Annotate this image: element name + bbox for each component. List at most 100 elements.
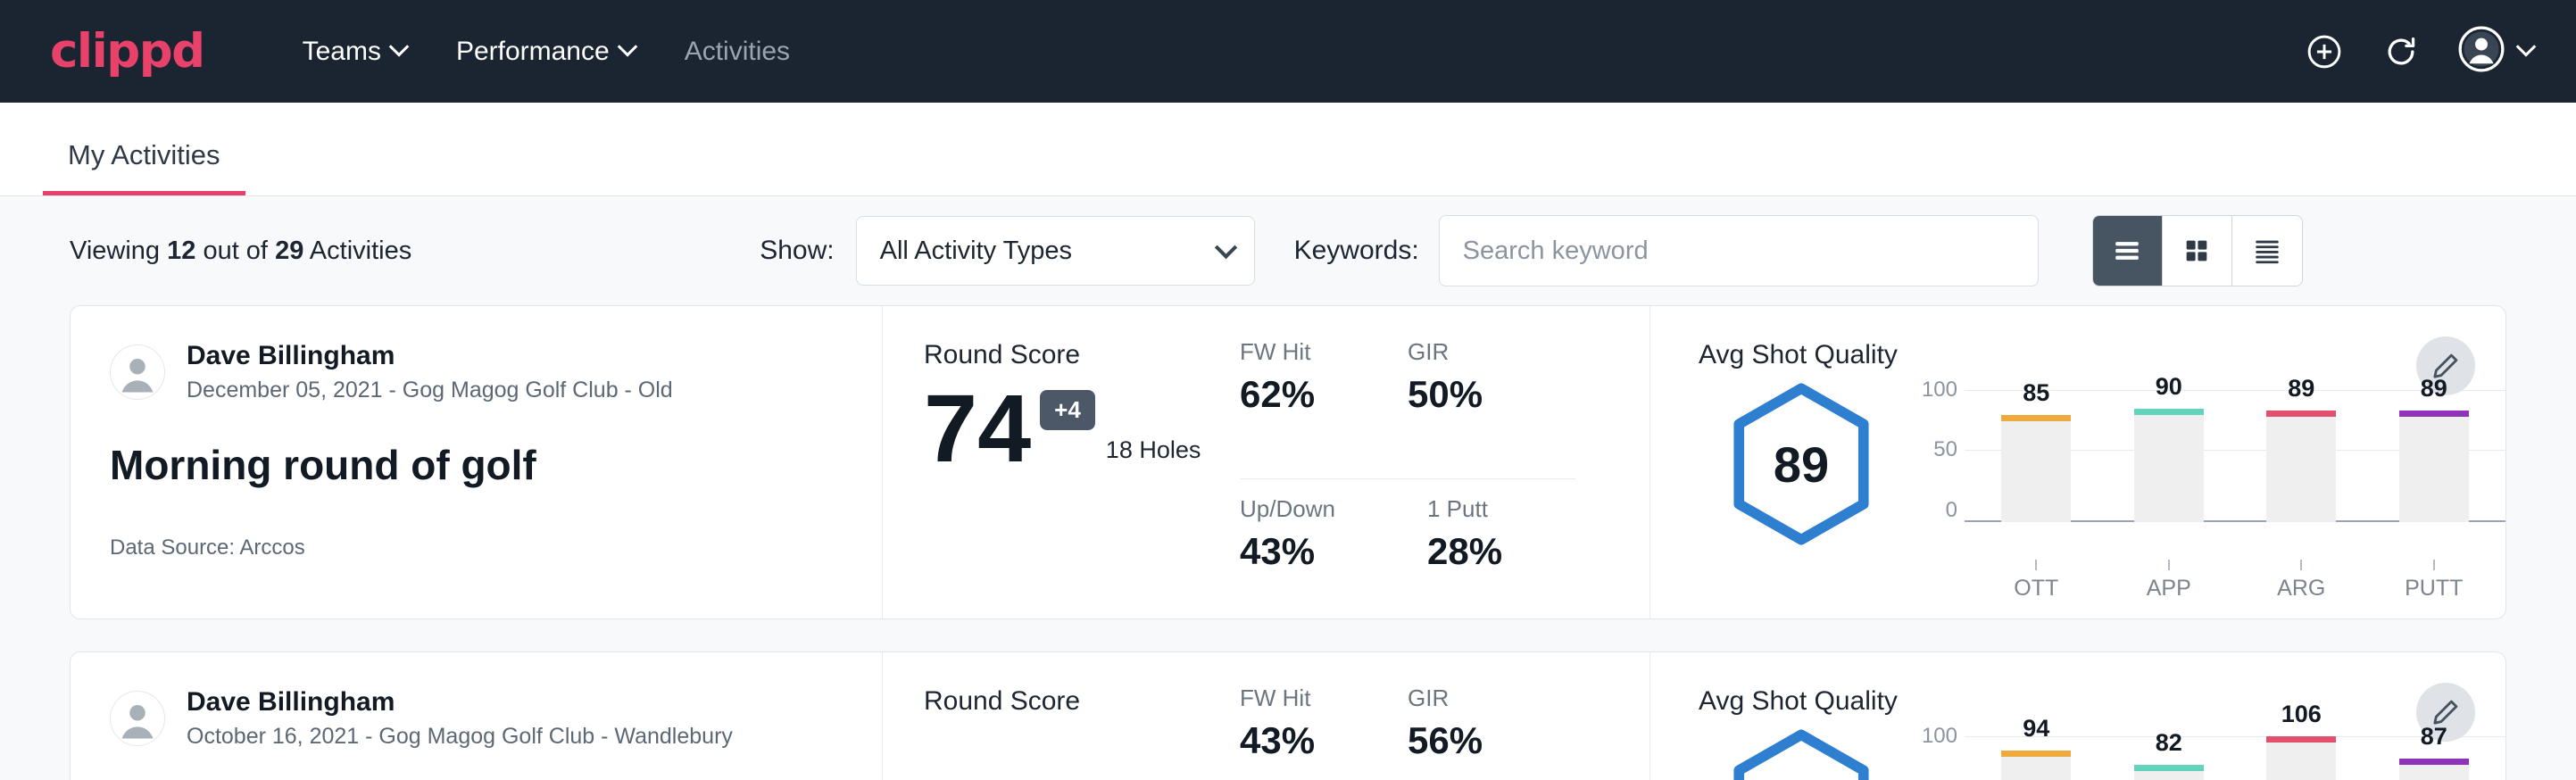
chart-x-axis: OTT APP ARG PUTT	[1965, 560, 2505, 602]
tab-my-activities[interactable]: My Activities	[43, 139, 245, 195]
show-label: Show:	[760, 236, 834, 266]
activity-summary-column: Dave Billingham December 05, 2021 - Gog …	[71, 306, 883, 618]
stat-gir-label: GIR	[1408, 338, 1575, 366]
viewing-suffix: Activities	[310, 236, 411, 265]
activity-title: Morning round of golf	[110, 441, 843, 489]
x-label-ott: OTT	[2014, 576, 2058, 602]
nav-item-activities[interactable]: Activities	[685, 37, 790, 67]
show-filter-group: Show: All Activity Types	[760, 216, 1254, 286]
round-score-row: 74 +4 18 Holes	[924, 383, 1240, 475]
view-mode-toggle-group	[2092, 215, 2303, 286]
nav-item-performance-label: Performance	[456, 37, 610, 67]
stat-gir-value: 50%	[1408, 373, 1575, 416]
y-tick-100: 100	[1922, 378, 1957, 402]
nav-item-performance[interactable]: Performance	[456, 37, 635, 67]
stat-gir-value: 56%	[1408, 719, 1575, 762]
viewing-total: 29	[275, 236, 303, 265]
activity-card[interactable]: Dave Billingham December 05, 2021 - Gog …	[70, 305, 2506, 619]
stat-fw-hit: FW Hit 62%	[1240, 338, 1408, 479]
bar-putt-value: 89	[2399, 375, 2469, 402]
viewing-count: 12	[167, 236, 195, 265]
quality-hexagon: 89	[1726, 381, 1876, 547]
bar-ott: 94	[2001, 751, 2071, 780]
stat-up-down: Up/Down 43%	[1240, 495, 1427, 619]
stat-one-putt-value: 28%	[1427, 530, 1615, 573]
bar-ott-value: 94	[2001, 715, 2071, 743]
round-score-column: Round Score	[883, 652, 1240, 780]
activity-author: Dave Billingham October 16, 2021 - Gog M…	[110, 686, 843, 750]
activity-data-source: Data Source: Arccos	[110, 535, 843, 560]
quality-hexagon-wrap: 89	[1699, 376, 1904, 547]
author-name: Dave Billingham	[187, 686, 733, 718]
list-view-button[interactable]	[2093, 216, 2163, 286]
stat-fw-hit-value: 62%	[1240, 373, 1408, 416]
refresh-icon[interactable]	[2381, 32, 2421, 71]
bar-arg: 106	[2266, 736, 2336, 780]
bar-app-value: 82	[2134, 729, 2204, 757]
shot-quality-bar-chart: 100 50 0 94	[1904, 722, 2505, 780]
chart-plot-area: 85 90 89	[1965, 390, 2505, 522]
nav-item-teams[interactable]: Teams	[303, 37, 406, 67]
avg-shot-quality-body: 89 100 50 0	[1699, 376, 2505, 602]
stat-fw-hit-value: 43%	[1240, 719, 1408, 762]
main-nav-items: Teams Performance Activities	[303, 37, 790, 67]
x-label-putt: PUTT	[2405, 576, 2463, 602]
avatar	[110, 691, 165, 746]
nav-item-teams-label: Teams	[303, 37, 381, 67]
avg-shot-quality-column: Avg Shot Quality 89 100 50	[1650, 306, 2505, 618]
filter-toolbar: Viewing 12 out of 29 Activities Show: Al…	[70, 196, 2506, 305]
shot-quality-bar-chart: 100 50 0 85	[1904, 376, 2505, 602]
chevron-down-icon	[389, 37, 410, 57]
viewing-mid: out of	[203, 236, 268, 265]
keywords-label: Keywords:	[1294, 236, 1419, 266]
round-score-label: Round Score	[924, 340, 1240, 370]
chart-y-axis: 100 50 0	[1909, 390, 1965, 522]
stat-fw-hit-label: FW Hit	[1240, 338, 1408, 366]
bar-putt: 87	[2399, 759, 2469, 780]
chart-plot-area: 94 82 106	[1965, 736, 2505, 780]
grid-view-button[interactable]	[2163, 216, 2232, 286]
bar-putt-value: 87	[2399, 723, 2469, 751]
account-menu[interactable]	[2458, 26, 2533, 77]
x-tick-app: APP	[2134, 560, 2204, 602]
add-icon[interactable]	[2305, 32, 2344, 71]
y-tick-50: 50	[1933, 437, 1957, 462]
avg-shot-quality-body: 100 50 0 94	[1699, 722, 2505, 780]
clippd-logo[interactable]: clippd	[50, 28, 204, 75]
activity-summary-column: Dave Billingham October 16, 2021 - Gog M…	[71, 652, 883, 780]
compact-view-button[interactable]	[2232, 216, 2302, 286]
nav-actions	[2305, 0, 2533, 103]
viewing-count-text: Viewing 12 out of 29 Activities	[70, 236, 411, 266]
quality-score-value	[1726, 727, 1876, 780]
quality-score-value: 89	[1726, 381, 1876, 547]
y-tick-0: 0	[1946, 498, 1957, 523]
x-tick-ott: OTT	[2001, 560, 2071, 602]
stat-gir: GIR 50%	[1408, 338, 1575, 479]
activity-author: Dave Billingham December 05, 2021 - Gog …	[110, 340, 843, 403]
author-text-block: Dave Billingham October 16, 2021 - Gog M…	[187, 686, 733, 750]
round-score-value: 74	[924, 383, 1031, 475]
author-name: Dave Billingham	[187, 340, 673, 372]
search-input[interactable]	[1439, 215, 2039, 286]
round-stats-column: FW Hit 43% GIR 56%	[1240, 652, 1650, 780]
quality-hexagon	[1726, 727, 1876, 780]
activity-type-select-value: All Activity Types	[880, 236, 1072, 266]
activity-type-select[interactable]: All Activity Types	[856, 216, 1255, 286]
viewing-prefix: Viewing	[70, 236, 160, 265]
round-score-badge: +4	[1040, 390, 1095, 430]
x-label-app: APP	[2147, 576, 2191, 602]
activity-card[interactable]: Dave Billingham October 16, 2021 - Gog M…	[70, 651, 2506, 780]
stat-one-putt: 1 Putt 28%	[1427, 495, 1615, 619]
bar-arg: 89	[2266, 411, 2336, 522]
chevron-down-icon	[617, 37, 637, 57]
stat-fw-hit: FW Hit 43%	[1240, 685, 1408, 780]
avatar	[110, 344, 165, 400]
activity-meta: October 16, 2021 - Gog Magog Golf Club -…	[187, 724, 733, 750]
round-score-column: Round Score 74 +4 18 Holes	[883, 306, 1240, 618]
stat-up-down-label: Up/Down	[1240, 495, 1427, 523]
chevron-down-icon	[2516, 37, 2537, 57]
account-avatar-icon	[2458, 26, 2505, 77]
bar-arg-value: 106	[2266, 701, 2336, 728]
bar-arg-value: 89	[2266, 375, 2336, 402]
top-navigation-bar: clippd Teams Performance Activities	[0, 0, 2576, 103]
